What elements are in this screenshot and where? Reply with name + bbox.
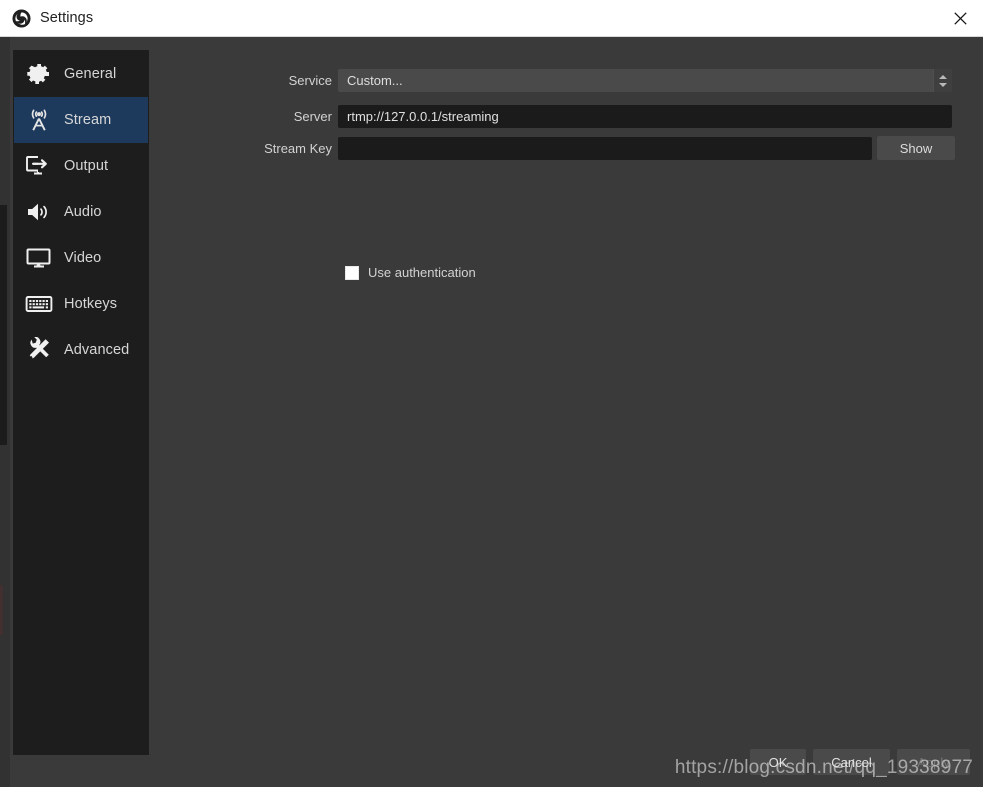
chevron-down-icon [939, 82, 947, 87]
use-authentication-label: Use authentication [368, 265, 476, 280]
dialog-button-bar: OK Cancel Apply https://blog.csdn.net/qq… [0, 742, 983, 787]
stream-settings-panel: Service Custom... Server Stream Key Show… [160, 37, 983, 737]
sidebar-item-label: Advanced [64, 342, 130, 358]
sidebar-item-audio[interactable]: Audio [14, 189, 148, 235]
sidebar-item-output[interactable]: Output [14, 143, 148, 189]
keyboard-icon [22, 288, 56, 320]
sidebar-item-label: Stream [64, 112, 112, 128]
cancel-button[interactable]: Cancel [813, 749, 890, 775]
obs-logo-icon [12, 9, 31, 28]
chevron-up-down-icon[interactable] [933, 69, 952, 92]
sidebar-item-label: General [64, 66, 117, 82]
service-label: Service [288, 73, 332, 88]
sidebar-item-label: Audio [64, 204, 102, 220]
broadcast-icon [22, 104, 56, 136]
title-bar: Settings [0, 0, 983, 37]
monitor-icon [22, 242, 56, 274]
sidebar-item-video[interactable]: Video [14, 235, 148, 281]
settings-category-list[interactable]: General Stream Output Audio Video Hotkey… [13, 50, 149, 755]
sidebar-item-stream[interactable]: Stream [14, 97, 148, 143]
service-value: Custom... [347, 73, 403, 88]
service-row: Service Custom... [160, 69, 952, 92]
stream-key-input[interactable] [338, 136, 872, 160]
sidebar-item-label: Hotkeys [64, 296, 118, 312]
speaker-icon [22, 196, 56, 228]
sidebar-item-label: Video [64, 250, 102, 266]
window-edge-strip-dark [0, 205, 7, 445]
use-authentication-row[interactable]: Use authentication [345, 265, 476, 280]
server-row: Server [160, 105, 952, 128]
chevron-up-icon [939, 74, 947, 79]
sidebar-item-label: Output [64, 158, 109, 174]
stream-key-row: Stream Key Show [160, 136, 955, 160]
tools-icon [22, 334, 56, 366]
sidebar-item-general[interactable]: General [14, 51, 148, 97]
window-title: Settings [40, 10, 94, 26]
ok-button[interactable]: OK [750, 749, 806, 775]
show-stream-key-button[interactable]: Show [877, 136, 955, 160]
stream-key-label: Stream Key [264, 140, 332, 156]
service-combobox[interactable]: Custom... [338, 69, 952, 92]
gear-icon [22, 58, 56, 90]
output-icon [22, 150, 56, 182]
settings-dialog-body: General Stream Output Audio Video Hotkey… [0, 37, 983, 787]
server-label: Server [293, 109, 332, 124]
sidebar-item-advanced[interactable]: Advanced [14, 327, 148, 373]
sidebar-item-hotkeys[interactable]: Hotkeys [14, 281, 148, 327]
close-icon[interactable] [937, 0, 983, 36]
window-edge-strip [0, 37, 10, 787]
window-edge-strip-accent [0, 585, 3, 635]
apply-button[interactable]: Apply [897, 749, 970, 775]
server-input[interactable] [338, 105, 952, 128]
use-authentication-checkbox[interactable] [345, 265, 359, 280]
